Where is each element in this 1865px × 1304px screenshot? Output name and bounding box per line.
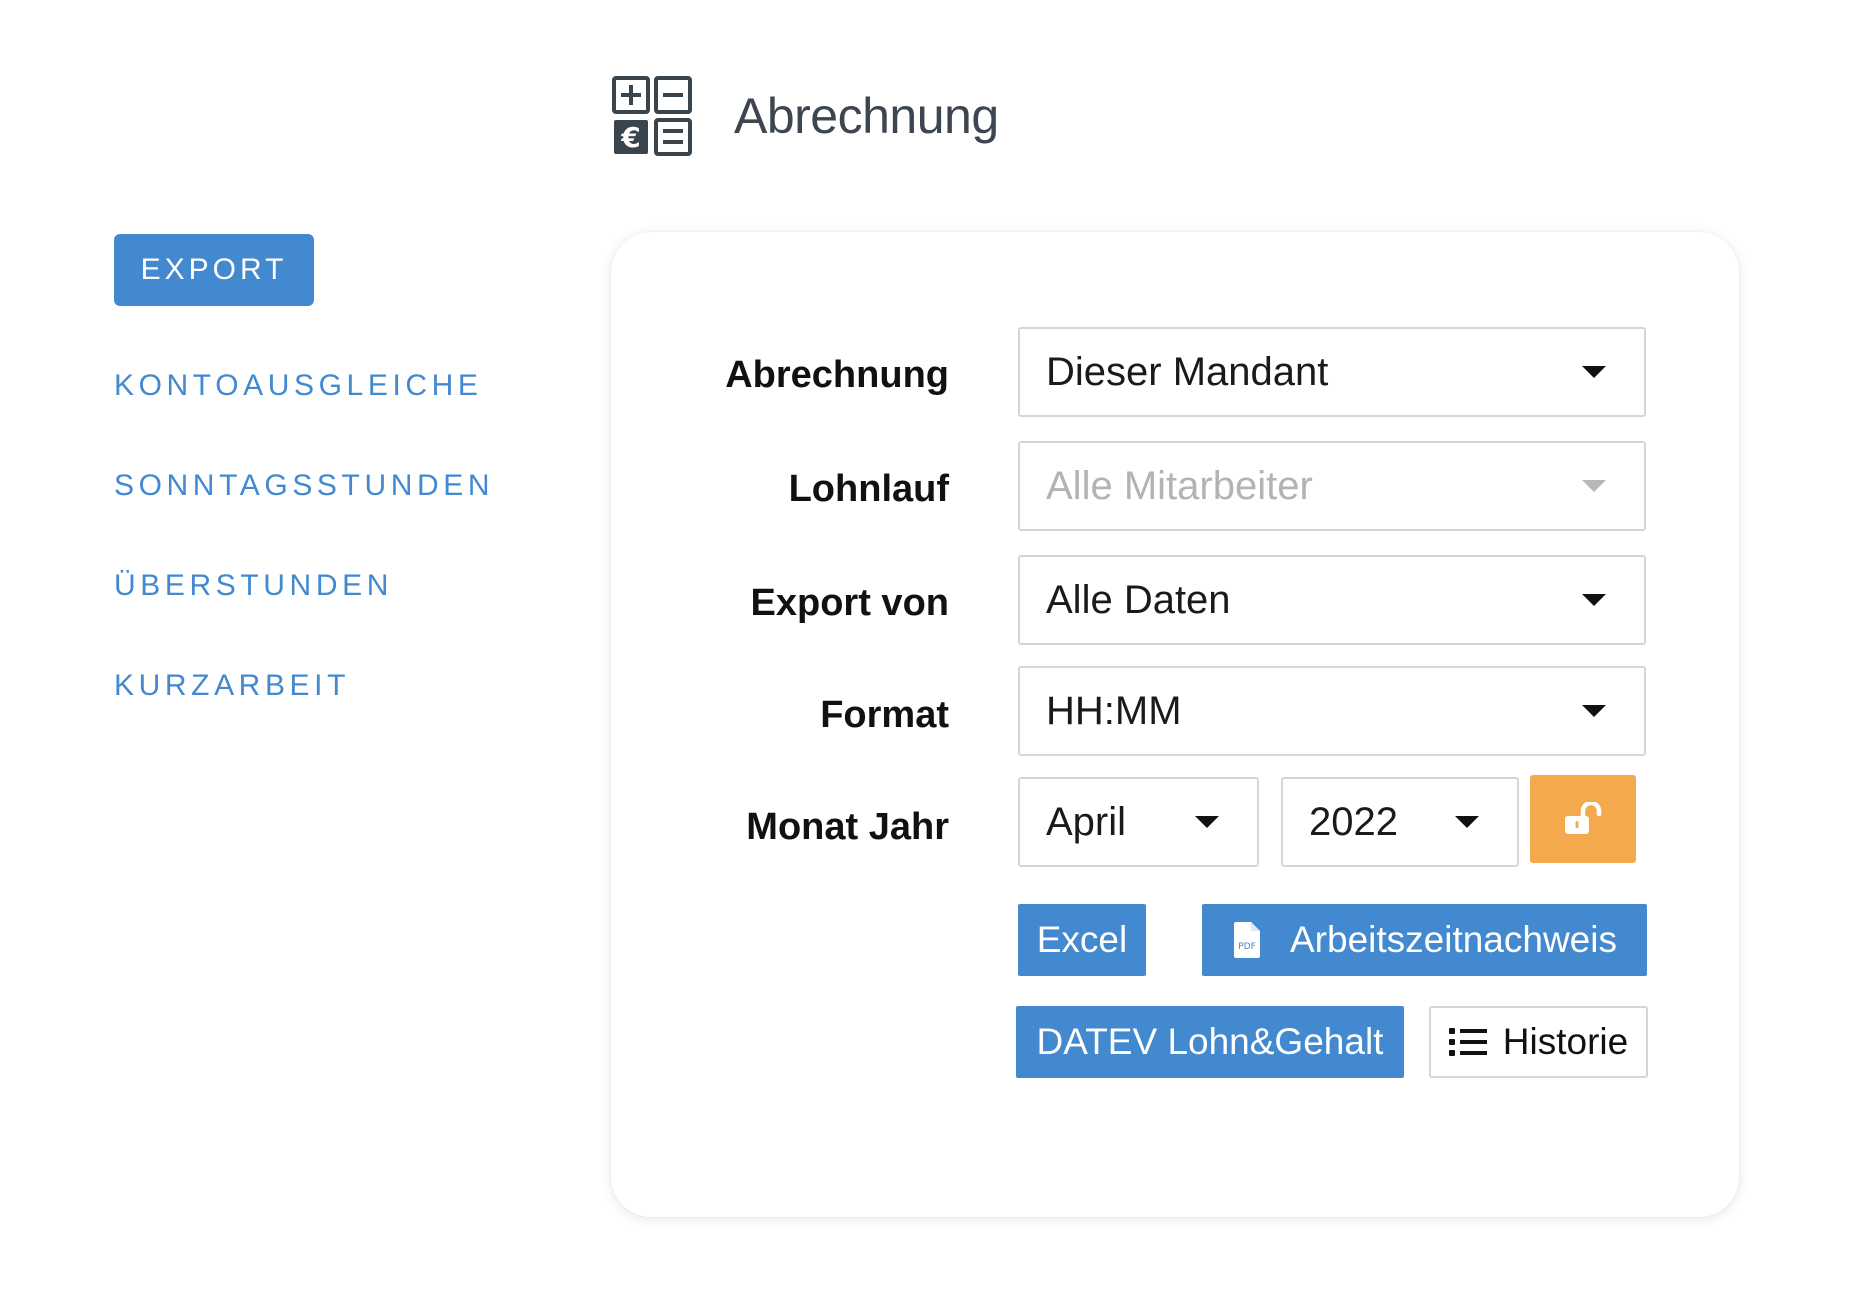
unlock-icon — [1565, 802, 1602, 834]
monat-jahr-label: Monat Jahr — [746, 806, 949, 848]
abrechnung-label: Abrechnung — [725, 354, 949, 396]
excel-button-label: Excel — [1036, 919, 1128, 960]
month-value: April — [1046, 799, 1127, 844]
calculator-icon: € — [612, 76, 692, 156]
export-von-value: Alle Daten — [1046, 577, 1231, 622]
sidebar-item-kontoausgleiche[interactable]: KONTOAUSGLEICHE — [114, 369, 483, 403]
abrechnung-select[interactable]: Dieser Mandant — [1018, 327, 1646, 417]
chevron-down-icon — [1582, 366, 1606, 378]
export-card: Abrechnung Dieser Mandant Lohnlauf Alle … — [611, 232, 1739, 1217]
year-select[interactable]: 2022 — [1281, 777, 1519, 867]
datev-button[interactable]: DATEV Lohn&Gehalt — [1016, 1006, 1404, 1078]
format-value: HH:MM — [1046, 688, 1182, 733]
arbeitszeitnachweis-button-label: Arbeitszeitnachweis — [1290, 919, 1617, 960]
chevron-down-icon — [1195, 816, 1219, 828]
lohnlauf-label: Lohnlauf — [788, 468, 949, 510]
chevron-down-icon — [1582, 705, 1606, 717]
export-von-select[interactable]: Alle Daten — [1018, 555, 1646, 645]
svg-text:€: € — [620, 121, 640, 154]
year-value: 2022 — [1309, 799, 1398, 844]
arbeitszeitnachweis-button[interactable]: PDF Arbeitszeitnachweis — [1202, 904, 1647, 976]
lohnlauf-select: Alle Mitarbeiter — [1018, 441, 1646, 531]
chevron-down-icon — [1455, 816, 1479, 828]
list-icon — [1448, 1026, 1487, 1058]
lohnlauf-value: Alle Mitarbeiter — [1046, 463, 1313, 508]
sidebar-item-ueberstunden[interactable]: ÜBERSTUNDEN — [114, 569, 393, 603]
chevron-down-icon — [1582, 594, 1606, 606]
sidebar: EXPORT KONTOAUSGLEICHE SONNTAGSSTUNDEN Ü… — [114, 234, 490, 702]
export-von-label: Export von — [750, 582, 949, 624]
abrechnung-value: Dieser Mandant — [1046, 349, 1329, 394]
excel-button[interactable]: Excel — [1018, 904, 1146, 976]
datev-button-label: DATEV Lohn&Gehalt — [1036, 1021, 1384, 1062]
historie-button[interactable]: Historie — [1429, 1006, 1648, 1078]
page-title: Abrechnung — [734, 88, 999, 144]
page-header: € Abrechnung — [612, 76, 999, 156]
sidebar-item-sonntagsstunden[interactable]: SONNTAGSSTUNDEN — [114, 469, 494, 503]
chevron-down-icon — [1582, 480, 1606, 492]
sidebar-item-kurzarbeit[interactable]: KURZARBEIT — [114, 669, 350, 703]
page: € Abrechnung EXPORT KONTOAUSGLEICHE SONN… — [0, 0, 1865, 1304]
format-label: Format — [820, 694, 949, 736]
pdf-file-icon: PDF — [1232, 921, 1262, 959]
format-select[interactable]: HH:MM — [1018, 666, 1646, 756]
historie-button-label: Historie — [1502, 1021, 1629, 1062]
pdf-icon-text: PDF — [1238, 942, 1256, 952]
month-select[interactable]: April — [1018, 777, 1259, 867]
sidebar-export-button[interactable]: EXPORT — [114, 234, 314, 306]
unlock-button[interactable] — [1530, 775, 1636, 863]
